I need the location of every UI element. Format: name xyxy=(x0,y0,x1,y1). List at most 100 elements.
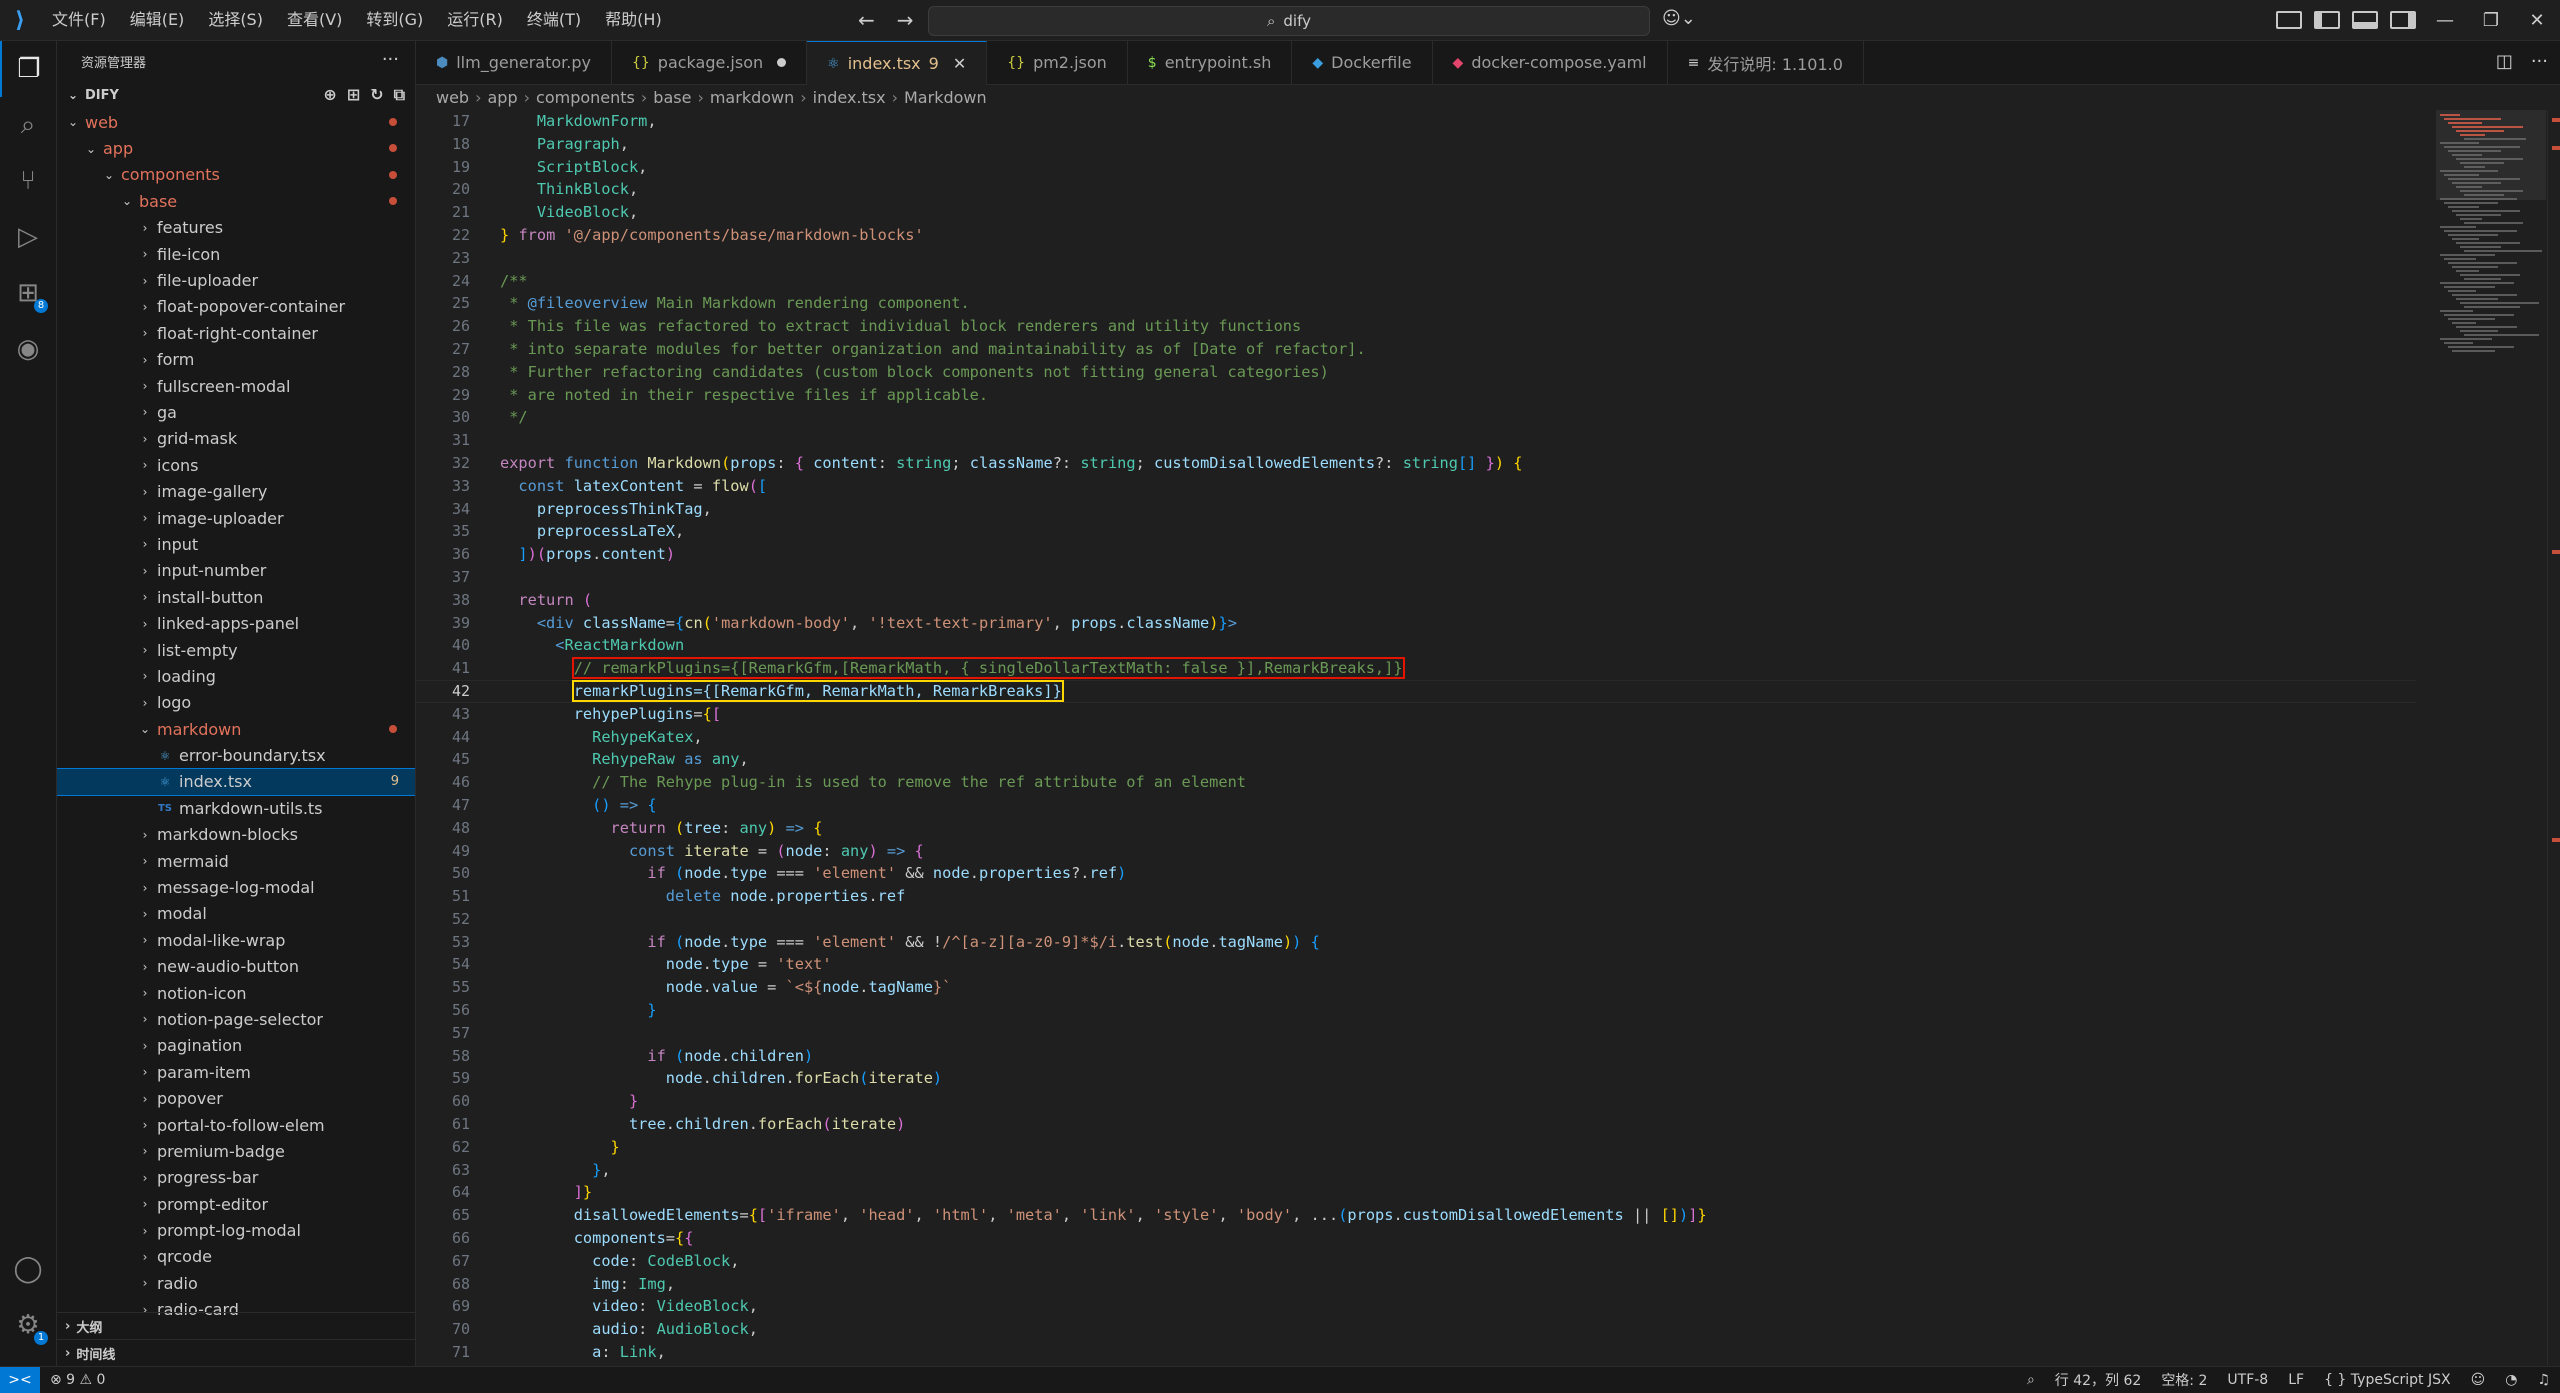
code-line[interactable]: const iterate = (node: any) => { xyxy=(500,840,2450,863)
tree-folder[interactable]: › message-log-modal xyxy=(57,874,415,900)
vertical-scrollbar[interactable] xyxy=(2547,110,2560,1365)
tree-folder[interactable]: ⌄ components xyxy=(57,162,415,188)
code-line[interactable]: } xyxy=(500,999,2450,1022)
customize-layout-icon[interactable] xyxy=(2276,11,2302,29)
zoom-icon[interactable]: ⌕ xyxy=(2017,1372,2045,1388)
split-editor-icon[interactable]: ◫ xyxy=(2496,51,2513,72)
code-line[interactable]: node.children.forEach(iterate) xyxy=(500,1067,2450,1090)
code-line[interactable]: RehypeKatex, xyxy=(500,726,2450,749)
tree-folder[interactable]: ⌄ web xyxy=(57,109,415,135)
menu-item[interactable]: 选择(S) xyxy=(196,0,275,40)
breadcrumb-item[interactable]: web xyxy=(436,88,469,107)
tree-folder[interactable]: ⌄ app xyxy=(57,135,415,161)
tree-folder[interactable]: › radio xyxy=(57,1270,415,1296)
notifications-bell-icon[interactable]: ♫ xyxy=(2527,1372,2560,1388)
toggle-secondary-sidebar-icon[interactable] xyxy=(2390,11,2416,29)
breadcrumb-item[interactable]: Markdown xyxy=(904,88,987,107)
toggle-sidebar-icon[interactable] xyxy=(2314,11,2340,29)
code-line[interactable]: // remarkPlugins={[RemarkGfm,[RemarkMath… xyxy=(500,657,2450,680)
code-line[interactable] xyxy=(500,566,2450,589)
code-line[interactable]: * @fileoverview Main Markdown rendering … xyxy=(500,292,2450,315)
code-line[interactable]: components={{ xyxy=(500,1227,2450,1250)
tree-folder[interactable]: › param-item xyxy=(57,1059,415,1085)
editor-tab[interactable]: {} pm2.json xyxy=(987,41,1128,84)
tree-folder[interactable]: › file-uploader xyxy=(57,267,415,293)
code-line[interactable]: if (node.type === 'element' && node.prop… xyxy=(500,862,2450,885)
tree-folder[interactable]: › prompt-editor xyxy=(57,1191,415,1217)
code-line[interactable]: if (node.type === 'element' && !/^[a-z][… xyxy=(500,931,2450,954)
close-window-icon[interactable]: ✕ xyxy=(2514,10,2560,31)
workspace-root[interactable]: ⌄ DIFY ⊕ ⊞ ↻ ⧉ xyxy=(57,81,415,109)
code-line[interactable]: MarkdownForm, xyxy=(500,110,2450,133)
account-icon[interactable]: ◯ xyxy=(0,1241,56,1297)
editor-tab[interactable]: ◆ docker-compose.yaml xyxy=(1433,41,1668,84)
menu-item[interactable]: 转到(G) xyxy=(354,0,435,40)
code-line[interactable]: Paragraph, xyxy=(500,133,2450,156)
tree-folder[interactable]: › prompt-log-modal xyxy=(57,1217,415,1243)
code-line[interactable]: RehypeRaw as any, xyxy=(500,748,2450,771)
menu-item[interactable]: 帮助(H) xyxy=(593,0,674,40)
refresh-icon[interactable]: ↻ xyxy=(370,85,383,105)
tree-folder[interactable]: › list-empty xyxy=(57,637,415,663)
more-editor-actions-icon[interactable]: ··· xyxy=(2531,51,2548,72)
code-line[interactable]: * into separate modules for better organ… xyxy=(500,338,2450,361)
code-line[interactable]: code: CodeBlock, xyxy=(500,1250,2450,1273)
code-line[interactable]: VideoBlock, xyxy=(500,201,2450,224)
code-line[interactable]: img: Img, xyxy=(500,1273,2450,1296)
remote-indicator[interactable]: >< xyxy=(0,1367,40,1393)
search-view-icon[interactable]: ⌕ xyxy=(0,97,56,153)
extensions-icon[interactable]: ⊞ 8 xyxy=(0,265,56,321)
tree-folder[interactable]: › input-number xyxy=(57,558,415,584)
toggle-panel-icon[interactable] xyxy=(2352,11,2378,29)
code-line[interactable]: ScriptBlock, xyxy=(500,156,2450,179)
code-line[interactable]: node.value = `<${node.tagName}` xyxy=(500,976,2450,999)
breadcrumb-item[interactable]: components xyxy=(536,88,635,107)
breadcrumb-item[interactable]: markdown xyxy=(710,88,794,107)
code-line[interactable]: node.type = 'text' xyxy=(500,953,2450,976)
language-mode[interactable]: { } TypeScript JSX xyxy=(2314,1372,2461,1388)
tree-folder[interactable]: › features xyxy=(57,215,415,241)
tree-folder[interactable]: › portal-to-follow-elem xyxy=(57,1112,415,1138)
editor-tab[interactable]: ⬢ llm_generator.py xyxy=(416,41,612,84)
source-control-icon[interactable]: ⑂ xyxy=(0,153,56,209)
tree-folder[interactable]: ⌄ markdown xyxy=(57,716,415,742)
command-center-search[interactable]: ⌕ dify xyxy=(928,6,1650,36)
tree-folder[interactable]: › qrcode xyxy=(57,1244,415,1270)
settings-gear-icon[interactable]: ⚙ 1 xyxy=(0,1297,56,1353)
code-line[interactable] xyxy=(500,908,2450,931)
code-line[interactable]: preprocessThinkTag, xyxy=(500,498,2450,521)
code-line[interactable]: /** xyxy=(500,270,2450,293)
code-line[interactable] xyxy=(500,1022,2450,1045)
tree-folder[interactable]: › new-audio-button xyxy=(57,954,415,980)
timeline-section[interactable]: › 时间线 xyxy=(57,1339,415,1366)
code-line[interactable]: */ xyxy=(500,406,2450,429)
tree-folder[interactable]: › file-icon xyxy=(57,241,415,267)
tree-folder[interactable]: › input xyxy=(57,531,415,557)
code-line[interactable] xyxy=(500,429,2450,452)
menu-item[interactable]: 文件(F) xyxy=(40,0,118,40)
close-icon[interactable]: ✕ xyxy=(953,54,966,73)
code-line[interactable]: disallowedElements={['iframe', 'head', '… xyxy=(500,1204,2450,1227)
code-line[interactable]: preprocessLaTeX, xyxy=(500,520,2450,543)
code-line[interactable]: delete node.properties.ref xyxy=(500,885,2450,908)
code-line[interactable]: audio: AudioBlock, xyxy=(500,1318,2450,1341)
menu-item[interactable]: 终端(T) xyxy=(515,0,593,40)
tree-folder[interactable]: › notion-icon xyxy=(57,980,415,1006)
code-line[interactable]: } xyxy=(500,1136,2450,1159)
new-folder-icon[interactable]: ⊞ xyxy=(347,85,360,105)
more-actions-icon[interactable]: ··· xyxy=(382,49,399,70)
tree-folder[interactable]: › grid-mask xyxy=(57,426,415,452)
menu-item[interactable]: 编辑(E) xyxy=(118,0,197,40)
restore-icon[interactable]: ❐ xyxy=(2468,10,2514,31)
code-line[interactable]: ThinkBlock, xyxy=(500,178,2450,201)
encoding[interactable]: UTF-8 xyxy=(2217,1372,2278,1388)
tree-folder[interactable]: › notion-page-selector xyxy=(57,1006,415,1032)
code-content[interactable]: MarkdownForm, Paragraph, ScriptBlock, Th… xyxy=(500,110,2450,1364)
menu-item[interactable]: 运行(R) xyxy=(435,0,515,40)
tree-file[interactable]: TS markdown-utils.ts xyxy=(57,795,415,821)
code-editor[interactable]: 17 18 19 20 21 22 23 24 25 26 27 28 29 30 31 32 33 34 35 36… xyxy=(416,110,2560,1365)
run-debug-icon[interactable]: ▷ xyxy=(0,209,56,265)
tree-folder[interactable]: › pagination xyxy=(57,1033,415,1059)
code-line[interactable]: tree.children.forEach(iterate) xyxy=(500,1113,2450,1136)
copilot-icon[interactable]: ☺⌄ xyxy=(1662,8,1696,29)
